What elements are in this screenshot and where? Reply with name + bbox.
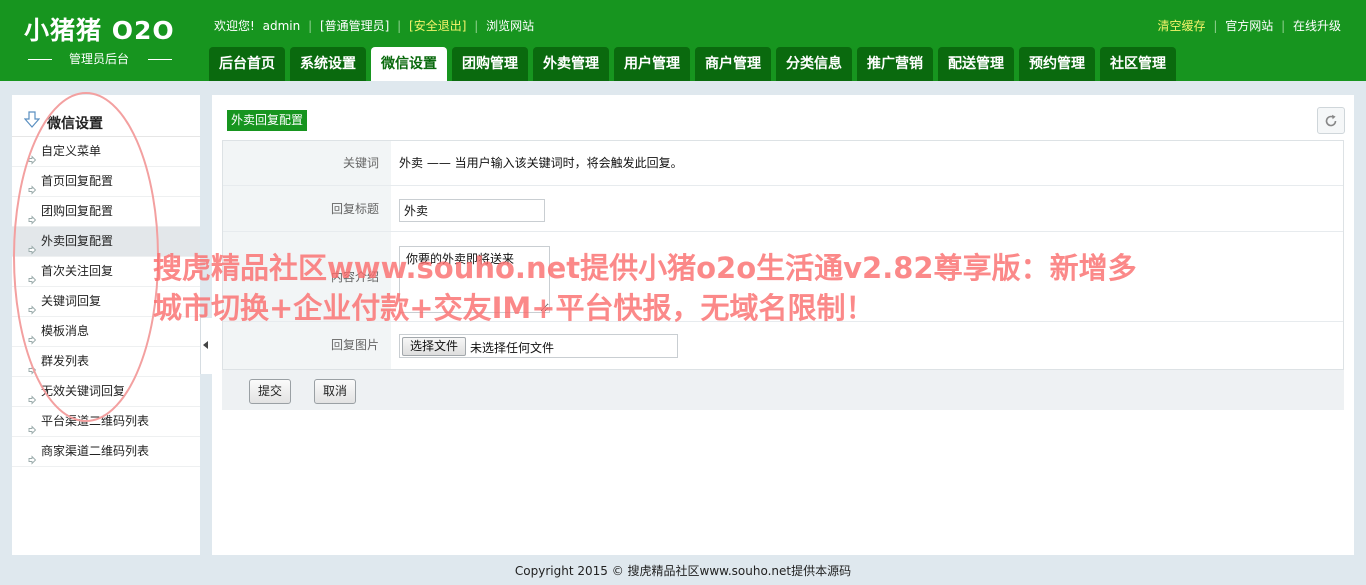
reply-title-row: 回复标题	[223, 186, 1343, 232]
collapse-left-icon	[203, 341, 208, 349]
tab-merchants[interactable]: 商户管理	[695, 47, 771, 81]
bullet-arrow-icon	[27, 327, 37, 345]
bullet-arrow-icon	[27, 207, 37, 225]
sidebar-item-invalid-keyword-reply[interactable]: 无效关键词回复	[12, 377, 200, 407]
official-site-link[interactable]: 官方网站	[1225, 19, 1273, 33]
file-input[interactable]: 选择文件 未选择任何文件	[399, 334, 678, 358]
sidebar-item-label: 平台渠道二维码列表	[41, 414, 150, 428]
bullet-arrow-icon	[27, 417, 37, 435]
tab-group-buy[interactable]: 团购管理	[452, 47, 528, 81]
tab-reservation[interactable]: 预约管理	[1019, 47, 1095, 81]
sidebar-item-label: 关键词回复	[41, 294, 102, 308]
sidebar-item-merchant-qrcode[interactable]: 商家渠道二维码列表	[12, 437, 200, 467]
divider: |	[308, 19, 313, 33]
arrow-down-icon	[23, 111, 41, 129]
bullet-arrow-icon	[27, 387, 37, 405]
welcome-text: 欢迎您!	[214, 19, 255, 33]
bullet-arrow-icon	[27, 237, 37, 255]
logo: 小猪猪 O2O 管理员后台	[24, 14, 184, 66]
divider: |	[1281, 19, 1286, 33]
tab-wechat-settings[interactable]: 微信设置	[371, 47, 447, 81]
image-row: 回复图片 选择文件 未选择任何文件	[223, 322, 1343, 369]
role-badge: [普通管理员]	[319, 19, 390, 33]
logout-link[interactable]: [安全退出]	[409, 17, 466, 35]
clear-cache-link[interactable]: 清空缓存	[1158, 19, 1206, 33]
sidebar-item-keyword-reply[interactable]: 关键词回复	[12, 287, 200, 317]
header: 小猪猪 O2O 管理员后台 欢迎您! admin | [普通管理员] | [安全…	[0, 0, 1366, 81]
logo-title: 小猪猪 O2O	[24, 16, 175, 45]
choose-file-button[interactable]: 选择文件	[402, 337, 467, 356]
sidebar-item-label: 外卖回复配置	[41, 234, 114, 248]
tab-delivery[interactable]: 配送管理	[938, 47, 1014, 81]
sidebar: 微信设置 自定义菜单 首页回复配置 团购回复配置 外卖回复配置 首次关注回复 关…	[12, 95, 200, 555]
sidebar-item-platform-qrcode[interactable]: 平台渠道二维码列表	[12, 407, 200, 437]
image-cell: 选择文件 未选择任何文件	[399, 322, 689, 369]
bullet-arrow-icon	[27, 177, 37, 195]
logo-subtitle: 管理员后台	[26, 52, 172, 66]
sidebar-item-takeout-reply[interactable]: 外卖回复配置	[12, 227, 200, 257]
divider: |	[397, 19, 402, 33]
tab-classifieds[interactable]: 分类信息	[776, 47, 852, 81]
sidebar-item-label: 首页回复配置	[41, 174, 114, 188]
tab-marketing[interactable]: 推广营销	[857, 47, 933, 81]
sidebar-item-mass-list[interactable]: 群发列表	[12, 347, 200, 377]
bullet-arrow-icon	[27, 147, 37, 165]
form-actions: 提交 取消	[222, 370, 1344, 410]
sidebar-title: 微信设置	[47, 116, 103, 132]
keyword-row: 关键词 外卖 —— 当用户输入该关键词时，将会触发此回复。	[223, 141, 1343, 186]
sidebar-item-template-message[interactable]: 模板消息	[12, 317, 200, 347]
sidebar-menu: 自定义菜单 首页回复配置 团购回复配置 外卖回复配置 首次关注回复 关键词回复 …	[12, 137, 200, 467]
sidebar-item-label: 商家渠道二维码列表	[41, 444, 150, 458]
sidebar-item-home-reply[interactable]: 首页回复配置	[12, 167, 200, 197]
tab-takeout[interactable]: 外卖管理	[533, 47, 609, 81]
reply-title-cell	[399, 186, 559, 232]
sidebar-item-groupbuy-reply[interactable]: 团购回复配置	[12, 197, 200, 227]
bullet-arrow-icon	[27, 297, 37, 315]
sidebar-item-label: 团购回复配置	[41, 204, 114, 218]
username: admin	[262, 19, 301, 33]
reply-config-form: 关键词 外卖 —— 当用户输入该关键词时，将会触发此回复。 回复标题 内容介绍 …	[222, 140, 1344, 370]
sidebar-item-label: 群发列表	[41, 354, 90, 368]
image-label: 回复图片	[223, 322, 391, 369]
browse-site-link[interactable]: 浏览网站	[486, 17, 534, 35]
main-panel: 外卖回复配置 关键词 外卖 —— 当用户输入该关键词时，将会触发此回复。 回复标…	[212, 95, 1354, 555]
sidebar-item-custom-menu[interactable]: 自定义菜单	[12, 137, 200, 167]
footer-copyright: Copyright 2015 © 搜虎精品社区www.souho.net提供本源…	[514, 564, 852, 578]
bullet-arrow-icon	[27, 357, 37, 375]
tab-system-settings[interactable]: 系统设置	[290, 47, 366, 81]
bullet-arrow-icon	[27, 267, 37, 285]
sidebar-item-label: 首次关注回复	[41, 264, 114, 278]
tab-users[interactable]: 用户管理	[614, 47, 690, 81]
sidebar-item-label: 自定义菜单	[41, 144, 102, 158]
topbar-right: 清空缓存 | 官方网站 | 在线升级	[1158, 17, 1341, 35]
upgrade-link[interactable]: 在线升级	[1293, 19, 1341, 33]
content-textarea[interactable]: 你要的外卖即将送来	[399, 246, 550, 313]
reply-title-label: 回复标题	[223, 186, 391, 231]
sidebar-item-first-follow-reply[interactable]: 首次关注回复	[12, 257, 200, 287]
refresh-icon	[1325, 114, 1337, 127]
sidebar-item-label: 模板消息	[41, 324, 90, 338]
file-status-text: 未选择任何文件	[470, 341, 555, 355]
keyword-label: 关键词	[223, 141, 391, 185]
divider: |	[474, 19, 479, 33]
section-title: 外卖回复配置	[227, 110, 308, 131]
divider: |	[1213, 19, 1218, 33]
tab-home[interactable]: 后台首页	[209, 47, 285, 81]
refresh-button[interactable]	[1317, 107, 1345, 134]
content-cell: 你要的外卖即将送来	[399, 232, 559, 322]
bullet-arrow-icon	[27, 447, 37, 465]
main-nav: 后台首页 系统设置 微信设置 团购管理 外卖管理 用户管理 商户管理 分类信息 推广营销 配送管理…	[209, 47, 1181, 81]
sidebar-item-label: 无效关键词回复	[41, 384, 126, 398]
topbar-left: 欢迎您! admin | [普通管理员] | [安全退出] | 浏览网站	[214, 17, 534, 35]
submit-button[interactable]: 提交	[249, 379, 292, 404]
reply-title-input[interactable]	[399, 199, 545, 222]
content-label: 内容介绍	[223, 232, 391, 321]
cancel-button[interactable]: 取消	[314, 379, 357, 404]
keyword-value: 外卖 —— 当用户输入该关键词时，将会触发此回复。	[399, 156, 683, 170]
sidebar-header: 微信设置	[12, 107, 200, 137]
content-row: 内容介绍 你要的外卖即将送来	[223, 232, 1343, 322]
sidebar-collapse-handle[interactable]	[200, 318, 212, 374]
tab-community[interactable]: 社区管理	[1100, 47, 1176, 81]
